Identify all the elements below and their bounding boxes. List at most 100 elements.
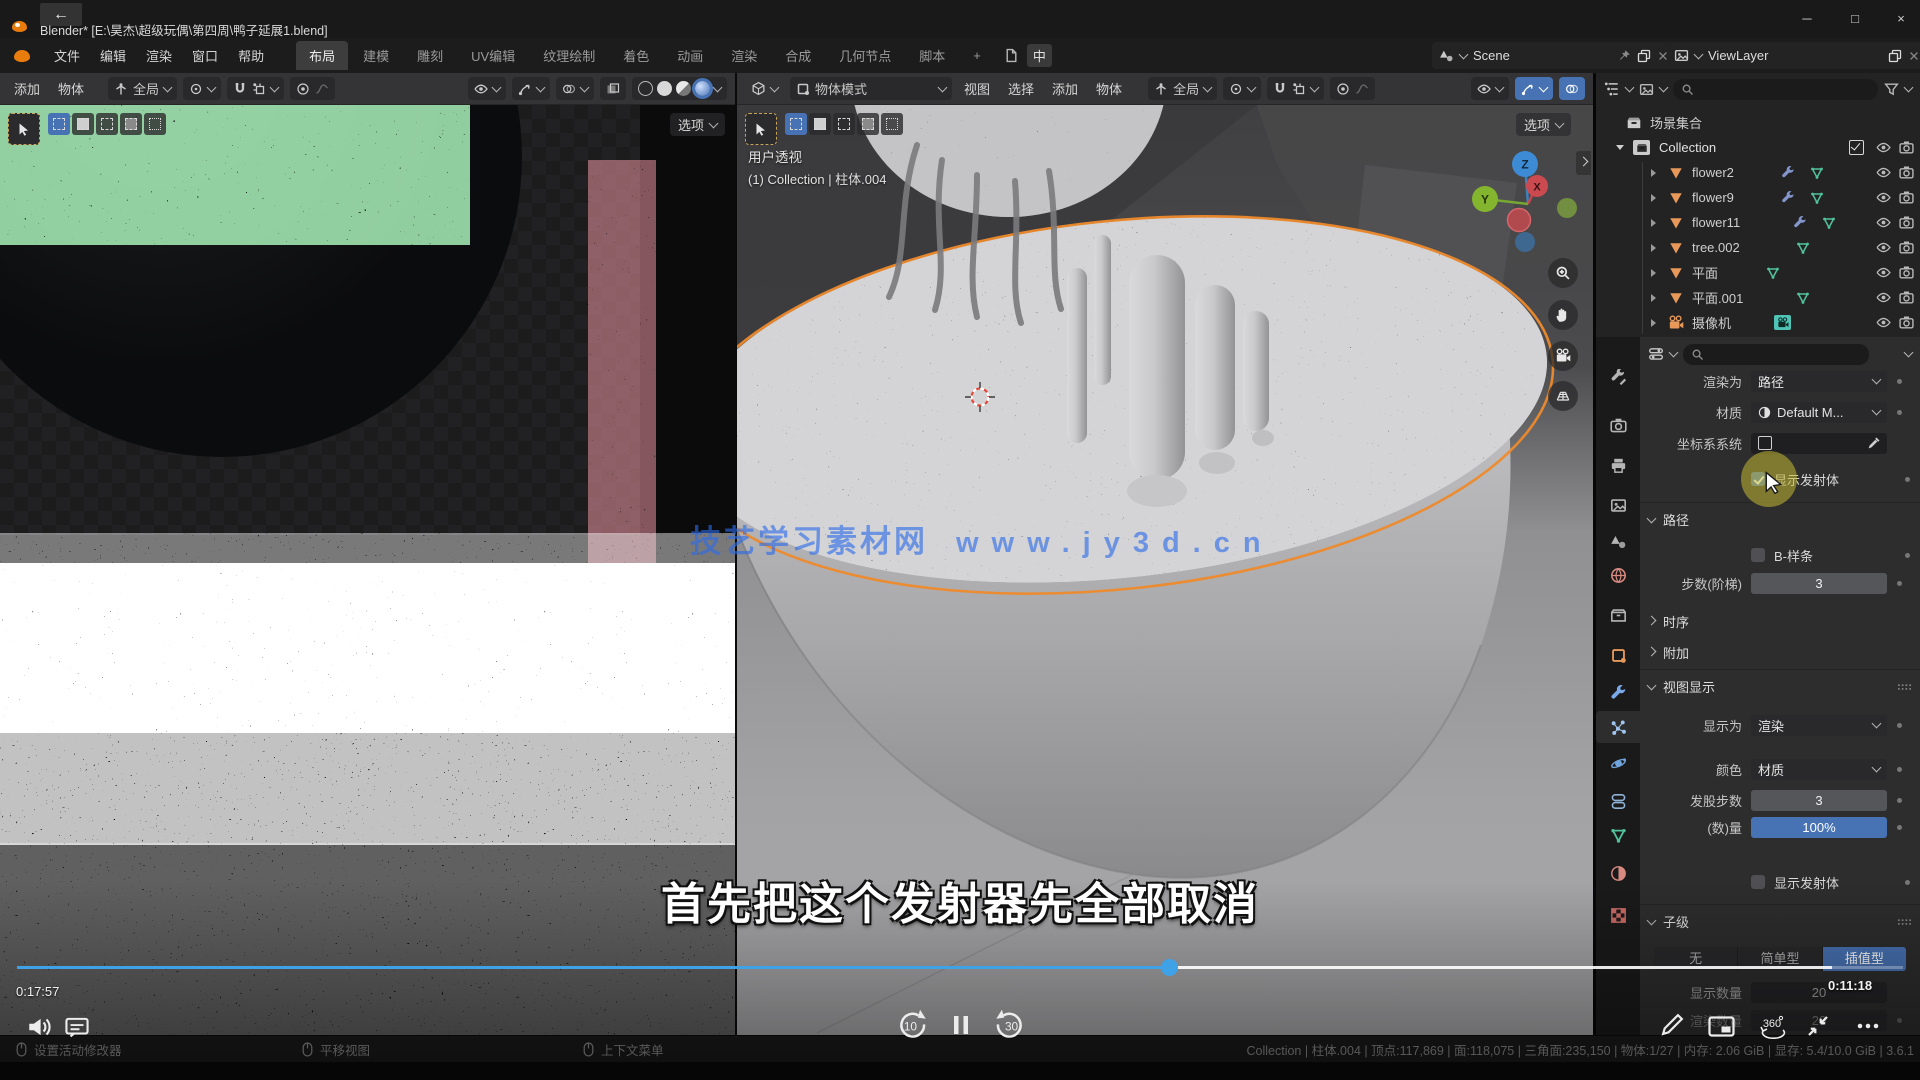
disclosure-icon[interactable] <box>1651 169 1656 177</box>
tab-collection[interactable] <box>1596 599 1640 631</box>
render-as-dropdown[interactable]: 路径 <box>1751 371 1887 392</box>
gizmo-x-negative[interactable] <box>1508 209 1531 232</box>
pivot-point-dropdown[interactable] <box>1223 77 1261 100</box>
outliner-item-plane[interactable]: 平面 <box>1596 260 1920 285</box>
mode-dropdown[interactable]: 物体模式 <box>790 77 952 100</box>
left-viewport-options-button[interactable]: 选项 <box>670 113 725 136</box>
animate-dot[interactable] <box>1905 553 1910 558</box>
gizmo-x-axis[interactable]: X <box>1533 182 1541 194</box>
animate-dot[interactable] <box>1897 410 1902 415</box>
tab-object[interactable] <box>1596 639 1640 671</box>
tab-scene[interactable] <box>1596 525 1640 557</box>
seek-scrubber[interactable] <box>1161 959 1178 976</box>
outliner-scene-collection[interactable]: 场景集合 <box>1596 110 1920 135</box>
proportional-edit-group[interactable] <box>290 77 335 100</box>
camera-visibility-icon[interactable] <box>1899 315 1914 330</box>
transform-orientation-dropdown[interactable]: 全局 <box>108 77 177 100</box>
strand-steps-field[interactable]: 3 <box>1751 790 1887 811</box>
annotate-pencil-button[interactable] <box>1660 1012 1685 1037</box>
filter-funnel-icon[interactable] <box>1884 82 1899 97</box>
gizmos-toggle[interactable] <box>1515 77 1553 100</box>
disclosure-icon[interactable] <box>1651 319 1656 327</box>
eye-icon[interactable] <box>1876 265 1891 280</box>
xray-toggle[interactable] <box>600 77 626 100</box>
material-shading-button[interactable] <box>676 81 691 96</box>
camera-view-button[interactable] <box>1548 341 1578 371</box>
tab-rendering[interactable]: 渲染 <box>718 41 770 70</box>
color-dropdown[interactable]: 材质 <box>1751 759 1887 780</box>
disclosure-open-icon[interactable] <box>1616 145 1624 150</box>
animate-dot[interactable] <box>1897 723 1902 728</box>
pan-hand-button[interactable] <box>1548 300 1578 330</box>
disclosure-icon[interactable] <box>1651 269 1656 277</box>
eye-icon[interactable] <box>1876 215 1891 230</box>
scene-selector[interactable]: Scene <box>1432 42 1676 69</box>
eye-icon[interactable] <box>1876 290 1891 305</box>
tab-view-layer[interactable] <box>1596 489 1640 521</box>
tab-constraints[interactable] <box>1596 785 1640 817</box>
animate-dot[interactable] <box>1897 1018 1902 1023</box>
viewport-object-menu[interactable]: 物体 <box>1090 79 1128 98</box>
animate-dot[interactable] <box>1897 767 1902 772</box>
zoom-button[interactable] <box>1548 258 1578 288</box>
animate-dot[interactable] <box>1897 379 1902 384</box>
menu-render[interactable]: 渲染 <box>136 43 182 68</box>
camera-visibility-icon[interactable] <box>1899 265 1914 280</box>
tab-tool[interactable] <box>1596 361 1640 393</box>
overlays-toggle[interactable] <box>1559 77 1585 100</box>
viewport-add-menu[interactable]: 添加 <box>8 79 46 98</box>
select-mode-new[interactable] <box>785 113 807 135</box>
select-mode-subtract[interactable] <box>96 113 118 135</box>
tab-sculpting[interactable]: 雕刻 <box>404 41 456 70</box>
outliner-search[interactable] <box>1673 79 1878 100</box>
disclosure-icon[interactable] <box>1651 294 1656 302</box>
path-section-header[interactable]: 路径 <box>1640 507 1920 532</box>
tab-object-data[interactable] <box>1596 819 1640 851</box>
animate-dot[interactable] <box>1897 825 1902 830</box>
rotate-360-button[interactable]: 360 <box>1756 1010 1790 1042</box>
overlays-dropdown[interactable] <box>556 77 594 100</box>
select-mode-invert[interactable] <box>120 113 142 135</box>
tab-geometry-nodes[interactable]: 几何节点 <box>826 41 904 70</box>
tab-render[interactable] <box>1596 409 1640 441</box>
rewind-10-button[interactable]: 10 <box>894 1008 928 1042</box>
right-viewport-options-button[interactable]: 选项 <box>1516 113 1571 136</box>
viewport-display-section-header[interactable]: 视图显示 <box>1640 674 1920 699</box>
steps-field[interactable]: 3 <box>1751 573 1887 594</box>
display-as-dropdown[interactable]: 渲染 <box>1751 715 1887 736</box>
outliner-editor-icon[interactable] <box>1604 81 1620 97</box>
pivot-point-dropdown[interactable] <box>183 77 221 100</box>
forward-30-button[interactable]: 30 <box>994 1008 1028 1042</box>
collection-checkbox[interactable] <box>1849 140 1864 155</box>
editor-type-button[interactable] <box>745 77 784 100</box>
gizmo-z-axis[interactable]: Z <box>1521 158 1528 172</box>
eye-icon[interactable] <box>1876 165 1891 180</box>
navigation-gizmo[interactable]: Z X Y <box>1460 140 1593 260</box>
drag-handle-icon[interactable] <box>1897 683 1912 691</box>
material-dropdown[interactable]: Default M... <box>1751 402 1887 423</box>
eye-icon[interactable] <box>1876 315 1891 330</box>
snap-group[interactable] <box>227 77 284 100</box>
animate-dot[interactable] <box>1897 798 1902 803</box>
tab-output[interactable] <box>1596 449 1640 481</box>
menu-edit[interactable]: 编辑 <box>90 43 136 68</box>
menu-window[interactable]: 窗口 <box>182 43 228 68</box>
wireframe-shading-button[interactable] <box>638 81 653 96</box>
viewport-add-menu[interactable]: 添加 <box>1046 79 1084 98</box>
menu-file[interactable]: 文件 <box>44 43 90 68</box>
proportional-edit-group[interactable] <box>1330 77 1375 100</box>
remove-icon[interactable] <box>1908 50 1920 62</box>
tab-texture-paint[interactable]: 纹理绘制 <box>530 41 608 70</box>
eye-icon[interactable] <box>1876 240 1891 255</box>
properties-editor-icon[interactable] <box>1648 346 1664 362</box>
solid-shading-button[interactable] <box>657 81 672 96</box>
tab-physics[interactable] <box>1596 747 1640 779</box>
transform-orientation-dropdown[interactable]: 全局 <box>1148 77 1217 100</box>
volume-button[interactable] <box>26 1014 52 1040</box>
outliner-item-tree002[interactable]: tree.002 <box>1596 235 1920 260</box>
perspective-toggle-button[interactable] <box>1548 381 1578 411</box>
camera-visibility-icon[interactable] <box>1899 165 1914 180</box>
tab-scripting[interactable]: 脚本 <box>906 41 958 70</box>
select-box-tool[interactable] <box>745 113 777 145</box>
exit-fullscreen-button[interactable] <box>1806 1014 1830 1038</box>
